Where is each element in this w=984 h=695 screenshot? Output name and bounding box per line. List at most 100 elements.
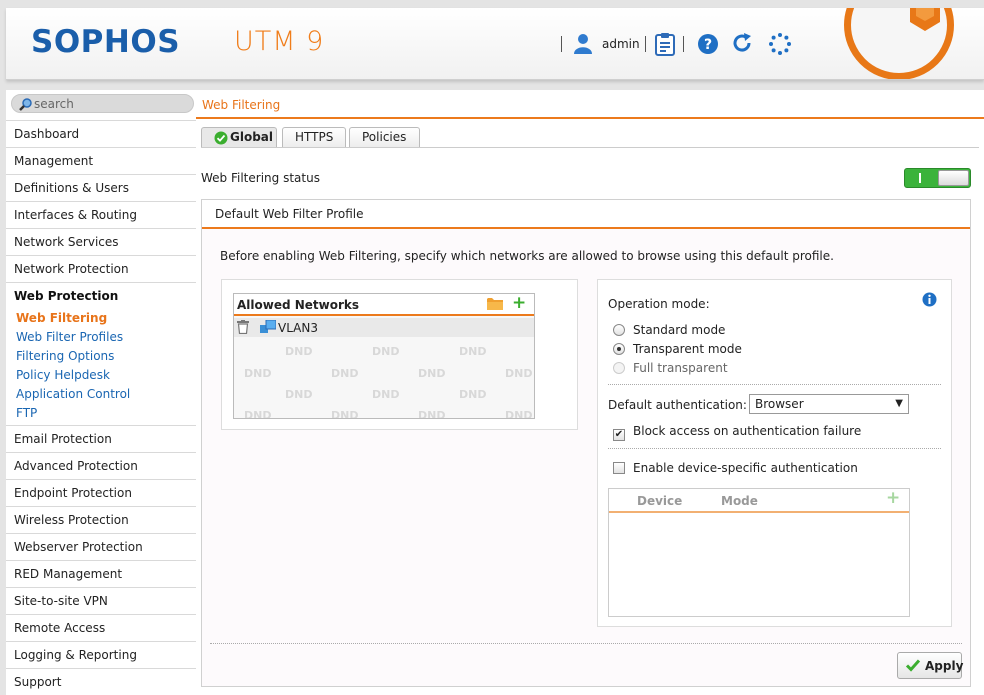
submenu-item-policy-helpdesk[interactable]: Policy Helpdesk xyxy=(6,366,196,385)
search-box[interactable] xyxy=(11,94,194,113)
menu-item-advanced-protection[interactable]: Advanced Protection xyxy=(6,452,196,479)
separator xyxy=(645,36,646,52)
device-table-header: Device Mode + xyxy=(609,488,909,513)
menu-item-endpoint-protection[interactable]: Endpoint Protection xyxy=(6,479,196,506)
tab-global[interactable]: Global xyxy=(201,127,277,148)
search-input[interactable] xyxy=(34,96,184,112)
menu-item-management[interactable]: Management xyxy=(6,147,196,174)
dnd-watermark: DND xyxy=(244,409,272,419)
radio-button-disabled xyxy=(613,362,625,374)
network-icon xyxy=(260,320,276,333)
hexagon-icon xyxy=(910,8,940,31)
web-protection-submenu: Web Filtering Web Filter Profiles Filter… xyxy=(6,309,196,425)
device-table: Device Mode + xyxy=(608,488,910,617)
tab-https-label: HTTPS xyxy=(295,130,334,144)
folder-icon[interactable] xyxy=(487,297,503,310)
dnd-watermark: DND xyxy=(505,367,533,380)
add-device-icon: + xyxy=(886,488,901,508)
menu-item-red-management[interactable]: RED Management xyxy=(6,560,196,587)
tab-https[interactable]: HTTPS xyxy=(282,127,346,148)
spinner-icon xyxy=(769,33,791,55)
radio-transparent-mode[interactable]: Transparent mode xyxy=(613,342,742,356)
menu-item-network-services[interactable]: Network Services xyxy=(6,228,196,255)
dnd-watermark: DND xyxy=(244,367,272,380)
menu-item-wireless-protection[interactable]: Wireless Protection xyxy=(6,506,196,533)
web-filtering-toggle[interactable] xyxy=(904,168,971,188)
menu-item-interfaces-routing[interactable]: Interfaces & Routing xyxy=(6,201,196,228)
menu-item-webserver-protection[interactable]: Webserver Protection xyxy=(6,533,196,560)
checkbox-label: Enable device-specific authentication xyxy=(633,461,858,475)
main-content: Web Filtering Global HTTPS Policies Web … xyxy=(196,90,984,695)
menu-item-site-to-site-vpn[interactable]: Site-to-site VPN xyxy=(6,587,196,614)
column-header-device: Device xyxy=(637,494,683,508)
clipboard-icon[interactable] xyxy=(654,32,676,56)
operation-mode-box: Operation mode: Standard mode Transparen… xyxy=(597,279,952,627)
breadcrumb: Web Filtering xyxy=(196,93,984,119)
checkmark-icon xyxy=(905,659,921,672)
select-value: Browser xyxy=(755,397,804,411)
default-authentication-select[interactable]: Browser ▼ xyxy=(749,394,909,414)
submenu-item-application-control[interactable]: Application Control xyxy=(6,385,196,404)
product-name: UTM 9 xyxy=(234,26,325,57)
checkbox-label: Block access on authentication failure xyxy=(633,424,862,438)
radio-standard-mode[interactable]: Standard mode xyxy=(613,323,725,337)
submenu-item-ftp[interactable]: FTP xyxy=(6,404,196,423)
menu-item-support[interactable]: Support xyxy=(6,668,196,695)
info-icon[interactable] xyxy=(922,292,937,307)
dnd-watermark: DND xyxy=(331,367,359,380)
dnd-watermark: DND xyxy=(418,367,446,380)
web-filtering-status-label: Web Filtering status xyxy=(201,171,320,185)
add-network-icon[interactable]: + xyxy=(512,294,526,313)
tab-policies[interactable]: Policies xyxy=(349,127,420,148)
radio-label: Transparent mode xyxy=(633,342,742,356)
radio-full-transparent: Full transparent xyxy=(613,361,728,375)
network-item-label: VLAN3 xyxy=(278,321,318,335)
dnd-watermark: DND xyxy=(459,345,487,358)
dnd-watermark: DND xyxy=(459,388,487,401)
menu-item-definitions-users[interactable]: Definitions & Users xyxy=(6,174,196,201)
tab-divider xyxy=(201,147,979,148)
main-menu: Dashboard Management Definitions & Users… xyxy=(6,120,196,695)
dotted-separator xyxy=(210,643,962,644)
menu-item-network-protection[interactable]: Network Protection xyxy=(6,255,196,282)
intro-text: Before enabling Web Filtering, specify w… xyxy=(220,249,834,263)
separator xyxy=(683,36,684,52)
help-icon[interactable]: ? xyxy=(697,33,719,55)
menu-item-email-protection[interactable]: Email Protection xyxy=(6,425,196,452)
svg-text:?: ? xyxy=(704,37,712,53)
username[interactable]: admin xyxy=(602,37,640,51)
trash-icon[interactable] xyxy=(237,320,249,334)
radio-button-selected[interactable] xyxy=(613,343,625,355)
submenu-item-web-filter-profiles[interactable]: Web Filter Profiles xyxy=(6,328,196,347)
toggle-on-indicator xyxy=(919,173,921,183)
tab-global-label: Global xyxy=(230,130,274,144)
submenu-item-web-filtering[interactable]: Web Filtering xyxy=(6,309,196,328)
screen: SOPHOS UTM 9 admin ? search Dashboard Ma… xyxy=(0,0,984,695)
radio-button[interactable] xyxy=(613,324,625,336)
menu-item-web-protection[interactable]: Web Protection xyxy=(6,282,196,309)
radio-label: Standard mode xyxy=(633,323,726,337)
allowed-networks-box: Allowed Networks + DND DND DND DND DND D… xyxy=(221,279,578,430)
dnd-watermark: DND xyxy=(372,345,400,358)
submenu-item-filtering-options[interactable]: Filtering Options xyxy=(6,347,196,366)
allowed-networks-list[interactable]: Allowed Networks + DND DND DND DND DND D… xyxy=(233,293,535,419)
dotted-separator xyxy=(608,384,941,385)
emblem-logo xyxy=(844,8,954,79)
panel-title: Default Web Filter Profile xyxy=(215,207,364,221)
menu-item-logging-reporting[interactable]: Logging & Reporting xyxy=(6,641,196,668)
user-icon[interactable] xyxy=(572,32,594,54)
dnd-watermark: DND xyxy=(505,409,533,419)
menu-item-dashboard[interactable]: Dashboard xyxy=(6,120,196,147)
toggle-knob[interactable] xyxy=(938,170,969,186)
separator xyxy=(561,36,562,52)
reload-icon[interactable] xyxy=(731,32,753,54)
device-auth-checkbox-row[interactable]: Enable device-specific authentication xyxy=(613,461,858,475)
allowed-networks-title: Allowed Networks xyxy=(237,298,360,312)
sidebar: Dashboard Management Definitions & Users… xyxy=(6,90,196,695)
block-access-checkbox-row[interactable]: ✔ Block access on authentication failure xyxy=(613,424,861,441)
apply-button[interactable]: Apply xyxy=(897,652,963,679)
menu-item-remote-access[interactable]: Remote Access xyxy=(6,614,196,641)
block-access-checkbox[interactable]: ✔ xyxy=(613,429,625,441)
network-row[interactable]: VLAN3 xyxy=(234,318,534,337)
device-auth-checkbox[interactable] xyxy=(613,462,625,474)
